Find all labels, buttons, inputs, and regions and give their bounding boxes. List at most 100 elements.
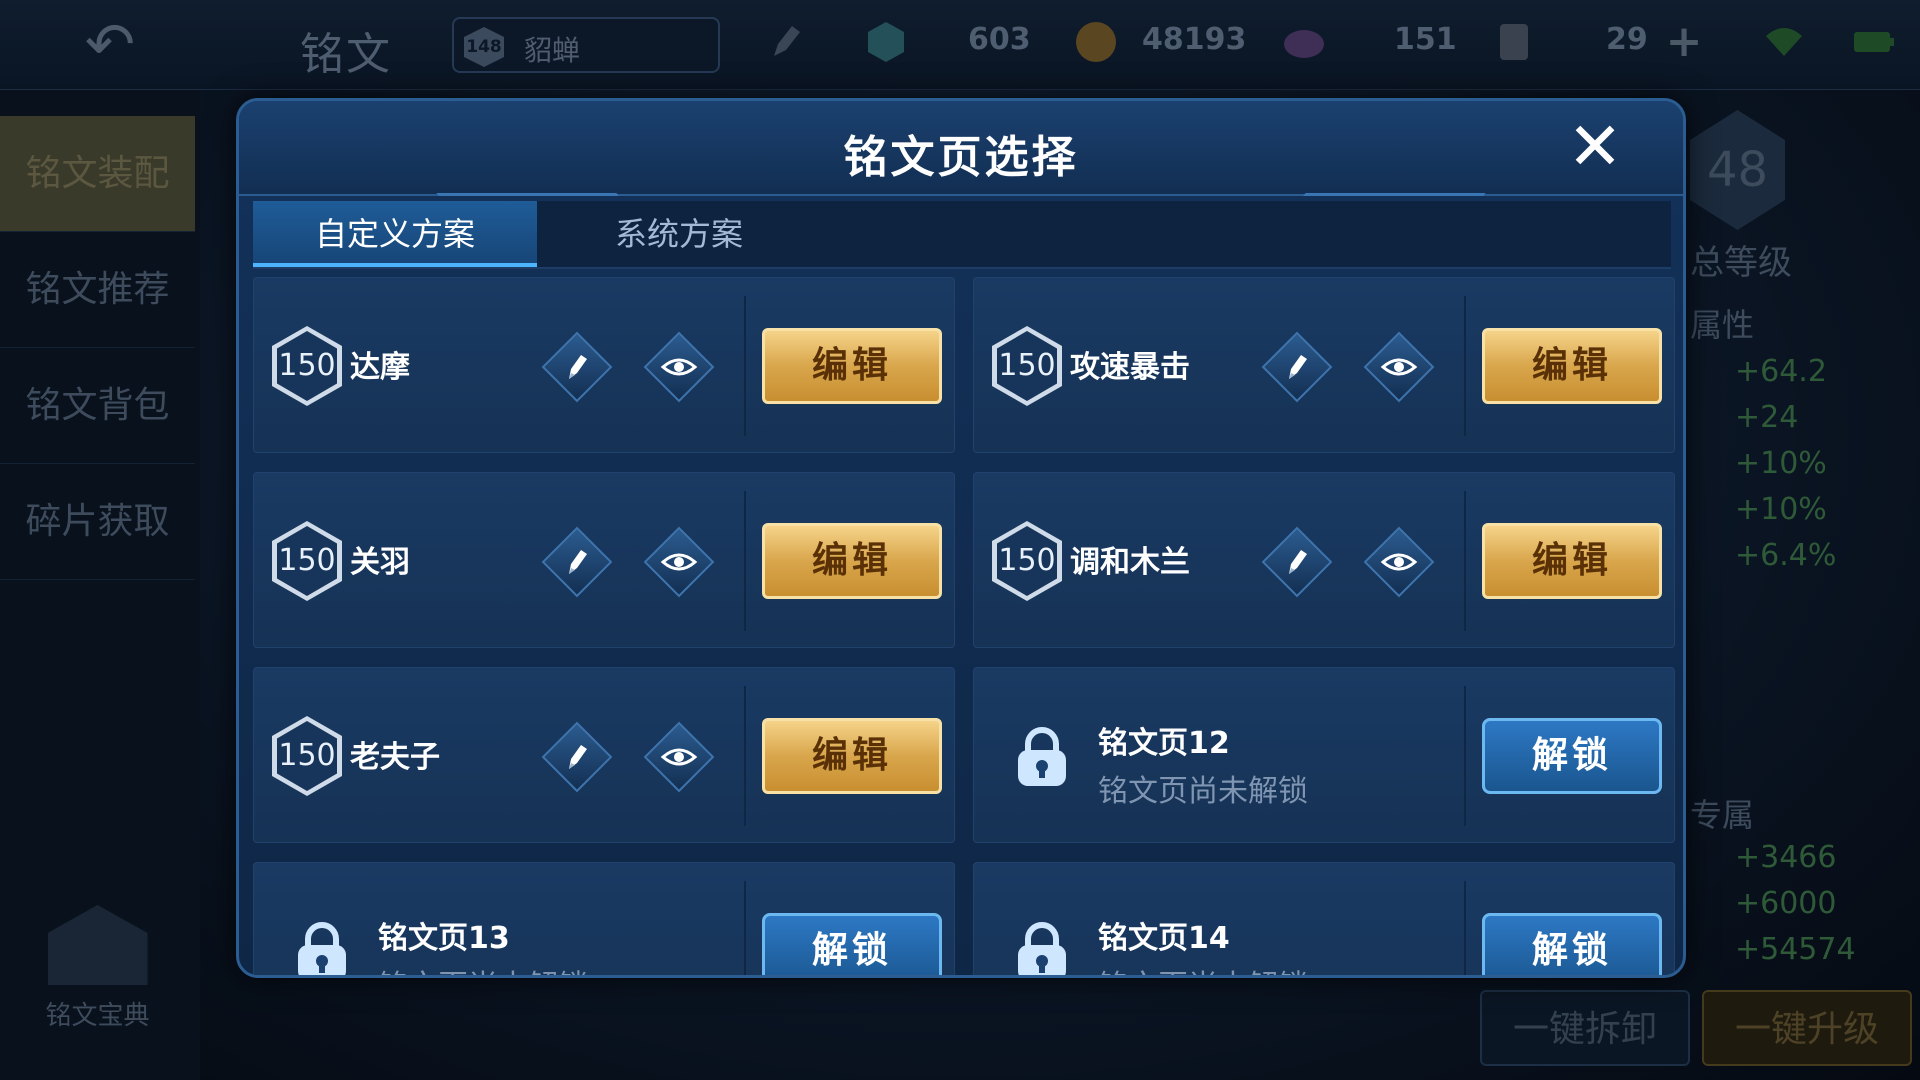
gold-count: 48193 [1142,22,1247,57]
exclusive-value: +3466 [1735,840,1837,875]
page-name: 调和木兰 [1070,545,1190,580]
rename-button[interactable] [1261,331,1333,403]
exclusive-label: 专属 [1690,796,1755,834]
sidebar-item-bag[interactable]: 铭文背包 [0,348,195,464]
gold-coin-icon [1072,18,1120,66]
preview-button[interactable] [643,331,715,403]
total-level-badge: 48 [1690,110,1785,230]
sidebar-item-assemble[interactable]: 铭文装配 [0,116,195,232]
eye-icon [660,553,698,571]
preview-button[interactable] [643,721,715,793]
rename-button[interactable] [541,721,613,793]
rune-page-grid: 150 达摩 编辑 150 攻速暴击 编辑 150 关羽 编辑 150 调和木兰… [253,277,1675,975]
hero-selector[interactable]: 148 貂蝉 [452,17,720,73]
level-hex-badge: 150 [272,326,342,406]
codex-button[interactable]: 铭文宝典 [40,905,155,1055]
eye-icon [1380,358,1418,376]
hero-name: 貂蝉 [524,34,581,67]
locked-page-name: 铭文页12 [1098,726,1230,761]
total-level-label: 总等级 [1690,243,1792,283]
hero-level-badge: 148 [464,27,504,67]
dialog-title: 铭文页选择 [843,132,1079,183]
crystal-count: 603 [968,22,1031,57]
unlock-button[interactable]: 解锁 [1482,913,1662,975]
edit-button[interactable]: 编辑 [1482,523,1662,599]
preview-button[interactable] [1363,526,1435,598]
battery-icon [1850,18,1898,66]
back-icon[interactable]: ↶ [60,15,160,75]
exclusive-value: +54574 [1735,932,1856,967]
wifi-icon [1760,18,1808,66]
rune-page-select-dialog: 铭文页选择 ✕ 自定义方案 系统方案 150 达摩 编辑 150 攻速暴击 编辑… [236,98,1686,978]
tab-system[interactable]: 系统方案 [537,201,821,267]
add-icon[interactable]: + [1660,18,1708,66]
attribute-label: 属性 [1690,306,1755,344]
level-hex-badge: 150 [992,521,1062,601]
rename-button[interactable] [1261,526,1333,598]
attribute-panel: 48 总等级 属性 +64.2 +24 +10% +10% +6.4% 专属 +… [1690,100,1920,1000]
rune-page-card[interactable]: 150 达摩 编辑 [253,277,955,453]
divider [1464,881,1466,975]
screen-title: 铭文 [300,29,392,80]
divider [1464,491,1466,631]
page-name: 攻速暴击 [1070,350,1190,385]
attr-value: +24 [1735,400,1799,435]
pencil-icon [569,550,587,574]
scroll-count: 29 [1606,22,1648,57]
pencil-icon [569,355,587,379]
top-bar: ↶ 铭文 148 貂蝉 603 48193 151 29 + [0,0,1920,90]
sidebar-item-recommend[interactable]: 铭文推荐 [0,232,195,348]
preview-button[interactable] [643,526,715,598]
tab-bar: 自定义方案 系统方案 [253,201,1671,269]
unlock-button[interactable]: 解锁 [1482,718,1662,794]
rune-page-card[interactable]: 150 关羽 编辑 [253,472,955,648]
locked-page-name: 铭文页13 [378,921,510,956]
locked-page-status: 铭文页尚未解锁 [1098,774,1308,809]
lock-icon [1018,727,1066,786]
divider [1464,296,1466,436]
edit-button[interactable]: 编辑 [762,718,942,794]
rune-page-card[interactable]: 150 攻速暴击 编辑 [973,277,1675,453]
pencil-icon [1289,550,1307,574]
rune-page-card[interactable]: 150 调和木兰 编辑 [973,472,1675,648]
divider [744,686,746,826]
attr-value: +10% [1735,492,1827,527]
level-hex-badge: 150 [272,521,342,601]
rename-button[interactable] [541,331,613,403]
divider [744,296,746,436]
upgrade-all-button[interactable]: 一键升级 [1702,990,1912,1066]
locked-page-card[interactable]: 铭文页12 铭文页尚未解锁 解锁 [973,667,1675,843]
locked-page-status: 铭文页尚未解锁 [378,961,588,975]
pencil-icon[interactable] [760,18,808,66]
book-icon [47,905,148,985]
tab-custom[interactable]: 自定义方案 [253,201,537,267]
exclusive-value: +6000 [1735,886,1837,921]
level-hex-badge: 150 [272,716,342,796]
locked-page-card[interactable]: 铭文页13 铭文页尚未解锁 解锁 [253,862,955,975]
rune-page-card[interactable]: 150 老夫子 编辑 [253,667,955,843]
divider [1464,686,1466,826]
edit-button[interactable]: 编辑 [762,523,942,599]
preview-button[interactable] [1363,331,1435,403]
page-level: 150 [277,331,337,401]
disassemble-all-button[interactable]: 一键拆卸 [1480,990,1690,1066]
gem-icon [1280,18,1328,66]
edit-button[interactable]: 编辑 [762,328,942,404]
lock-icon [298,922,346,975]
rename-button[interactable] [541,526,613,598]
close-icon[interactable]: ✕ [1565,114,1625,180]
page-level: 150 [277,526,337,596]
page-level: 150 [997,526,1057,596]
crystal-icon [862,18,910,66]
edit-button[interactable]: 编辑 [1482,328,1662,404]
dialog-header: 铭文页选择 ✕ [239,101,1683,196]
attr-value: +6.4% [1735,538,1837,573]
page-name: 关羽 [350,545,410,580]
locked-page-card[interactable]: 铭文页14 铭文页尚未解锁 解锁 [973,862,1675,975]
eye-icon [660,748,698,766]
unlock-button[interactable]: 解锁 [762,913,942,975]
divider [744,881,746,975]
attr-value: +10% [1735,446,1827,481]
sidebar-item-fragments[interactable]: 碎片获取 [0,464,195,580]
page-level: 150 [277,721,337,791]
